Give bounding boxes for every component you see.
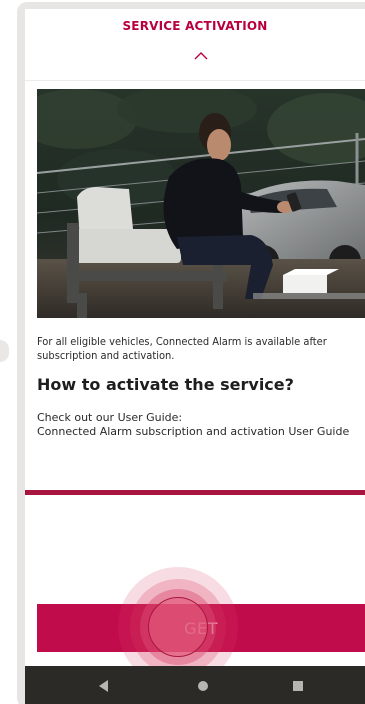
side-handle (0, 340, 9, 362)
hero-photo-illustration (37, 89, 365, 318)
page-title: SERVICE ACTIVATION (122, 19, 268, 33)
chevron-up-icon[interactable] (194, 49, 208, 63)
get-button[interactable]: GET (37, 604, 365, 652)
system-navbar (25, 666, 365, 704)
app-stage: SERVICE ACTIVATION For all eligible vehi… (0, 0, 365, 704)
home-circle-icon[interactable] (198, 681, 208, 691)
intro-text: For all eligible vehicles, Connected Ala… (37, 335, 327, 362)
back-triangle-icon[interactable] (99, 680, 108, 692)
page-header[interactable]: SERVICE ACTIVATION (25, 9, 365, 81)
get-button-label: GET (184, 619, 218, 638)
guide-label: Check out our User Guide: (37, 411, 183, 424)
hero-image (37, 89, 365, 318)
recent-apps-square-icon[interactable] (293, 681, 303, 691)
screen: SERVICE ACTIVATION For all eligible vehi… (25, 9, 365, 666)
section-divider (25, 490, 365, 495)
section-title: How to activate the service? (37, 375, 294, 394)
user-guide-link[interactable]: Connected Alarm subscription and activat… (37, 425, 349, 439)
